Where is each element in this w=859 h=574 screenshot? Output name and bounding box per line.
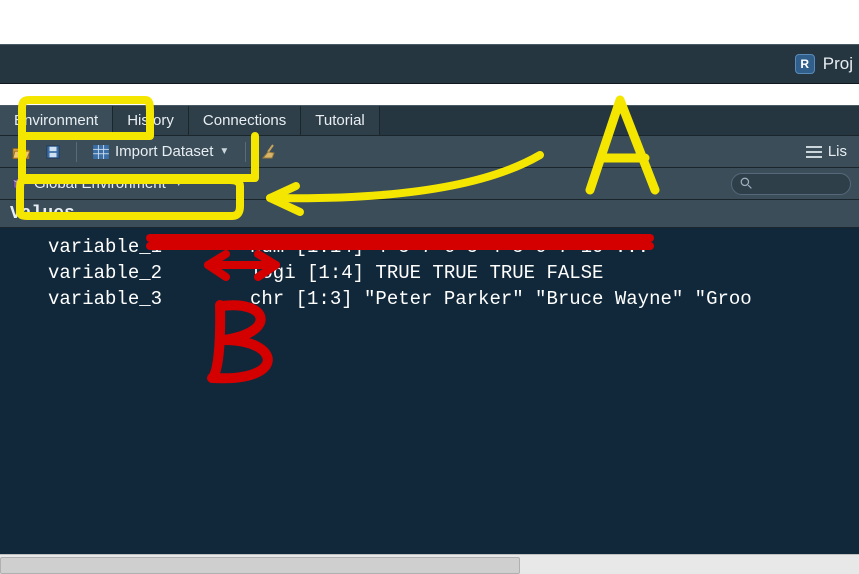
project-label[interactable]: Proj — [823, 54, 853, 74]
variable-name: variable_2 — [0, 262, 250, 284]
tab-bar-rest — [380, 106, 859, 135]
search-icon — [740, 177, 753, 190]
view-mode-button[interactable]: Lis — [802, 141, 851, 162]
scrollbar-thumb[interactable] — [0, 557, 520, 574]
top-blank — [0, 0, 859, 44]
tab-bar: Environment History Connections Tutorial — [0, 106, 859, 136]
package-icon — [12, 177, 26, 191]
gap — [0, 84, 859, 105]
toolbar-separator — [76, 142, 77, 162]
scope-label: Global Environment — [34, 175, 166, 192]
folder-open-icon — [12, 145, 30, 159]
variable-name: variable_1 — [0, 236, 250, 258]
project-bar: R Proj — [0, 44, 859, 84]
variable-value: logi [1:4] TRUE TRUE TRUE FALSE — [250, 262, 859, 284]
floppy-disk-icon — [46, 145, 60, 159]
r-logo-icon: R — [795, 54, 815, 74]
variable-name: variable_3 — [0, 288, 250, 310]
broom-icon — [262, 144, 278, 160]
clear-button[interactable] — [258, 142, 282, 162]
tab-label: Tutorial — [315, 112, 364, 129]
tab-tutorial[interactable]: Tutorial — [301, 106, 379, 135]
chevron-down-icon: ▼ — [219, 146, 229, 157]
toolbar-separator — [245, 142, 246, 162]
scope-bar: Global Environment ▼ — [0, 168, 859, 200]
grid-icon — [93, 145, 109, 159]
toolbar: Import Dataset ▼ Lis — [0, 136, 859, 168]
import-dataset-button[interactable]: Import Dataset ▼ — [89, 141, 233, 162]
tab-environment[interactable]: Environment — [0, 106, 113, 135]
tab-label: Connections — [203, 112, 286, 129]
save-button[interactable] — [42, 143, 64, 161]
variable-value: num [1:14] 4 5 7 6 5 4 5 6 7 10 ... — [250, 236, 859, 258]
horizontal-scrollbar[interactable] — [0, 554, 859, 574]
variable-row[interactable]: variable_1 num [1:14] 4 5 7 6 5 4 5 6 7 … — [0, 234, 859, 260]
tab-label: History — [127, 112, 174, 129]
variable-row[interactable]: variable_3 chr [1:3] "Peter Parker" "Bru… — [0, 286, 859, 312]
scope-selector[interactable]: Global Environment ▼ — [8, 173, 188, 194]
section-header-label: Values — [10, 204, 75, 224]
search-input[interactable] — [731, 173, 851, 195]
import-dataset-label: Import Dataset — [115, 143, 213, 160]
variable-row[interactable]: variable_2 logi [1:4] TRUE TRUE TRUE FAL… — [0, 260, 859, 286]
section-header-values: Values — [0, 200, 859, 228]
list-icon — [806, 146, 822, 158]
variable-value: chr [1:3] "Peter Parker" "Bruce Wayne" "… — [250, 288, 859, 310]
environment-body: variable_1 num [1:14] 4 5 7 6 5 4 5 6 7 … — [0, 228, 859, 554]
view-mode-label: Lis — [828, 143, 847, 160]
chevron-down-icon: ▼ — [174, 178, 184, 189]
open-button[interactable] — [8, 143, 34, 161]
tab-history[interactable]: History — [113, 106, 189, 135]
environment-panel: Environment History Connections Tutorial — [0, 105, 859, 574]
tab-label: Environment — [14, 112, 98, 129]
tab-connections[interactable]: Connections — [189, 106, 301, 135]
